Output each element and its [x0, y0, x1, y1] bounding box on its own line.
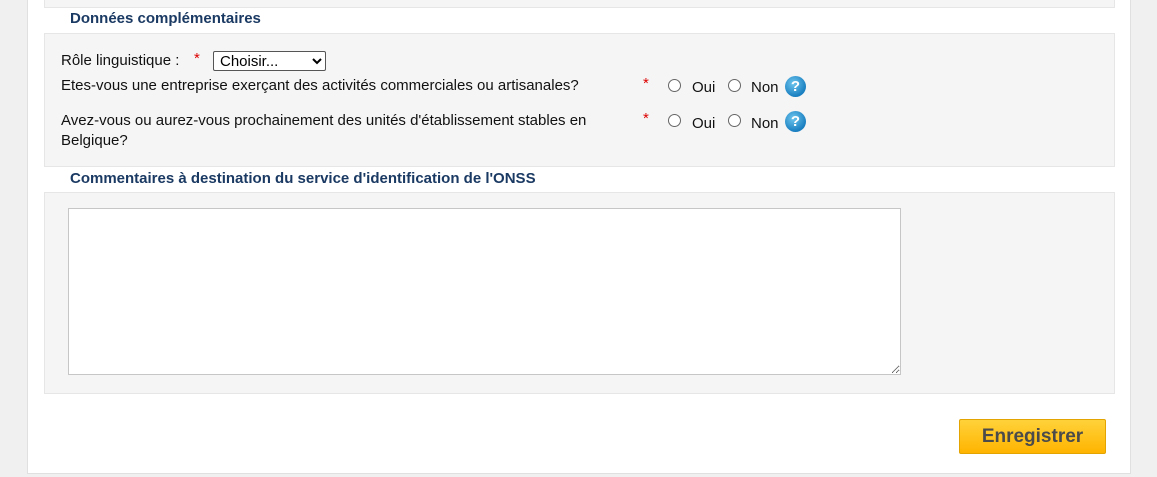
language-role-select[interactable]: Choisir...	[213, 51, 326, 71]
q1-yes-label: Oui	[692, 79, 716, 96]
question-establishment-label: Avez-vous ou aurez-vous prochainement de…	[61, 112, 587, 149]
required-mark: *	[643, 75, 649, 92]
help-icon[interactable]: ?	[785, 76, 806, 97]
q2-no-radio[interactable]	[728, 114, 741, 127]
q2-yes-radio[interactable]	[668, 114, 681, 127]
q1-no-radio[interactable]	[728, 79, 741, 92]
comments-textarea[interactable]	[68, 208, 901, 375]
q2-yes-label: Oui	[692, 115, 716, 132]
language-role-label: Rôle linguistique :	[61, 52, 180, 69]
q1-yes-radio[interactable]	[668, 79, 681, 92]
required-mark: *	[643, 110, 649, 127]
required-mark: *	[194, 50, 200, 67]
section-title-comments: Commentaires à destination du service d'…	[70, 170, 536, 187]
q1-no-label: Non	[751, 79, 779, 96]
previous-section-box	[44, 0, 1115, 8]
help-icon[interactable]: ?	[785, 111, 806, 132]
save-button[interactable]: Enregistrer	[959, 419, 1106, 454]
q2-no-label: Non	[751, 115, 779, 132]
question-commercial-label: Etes-vous une entreprise exerçant des ac…	[61, 77, 579, 94]
section-title-complementary: Données complémentaires	[70, 10, 261, 27]
